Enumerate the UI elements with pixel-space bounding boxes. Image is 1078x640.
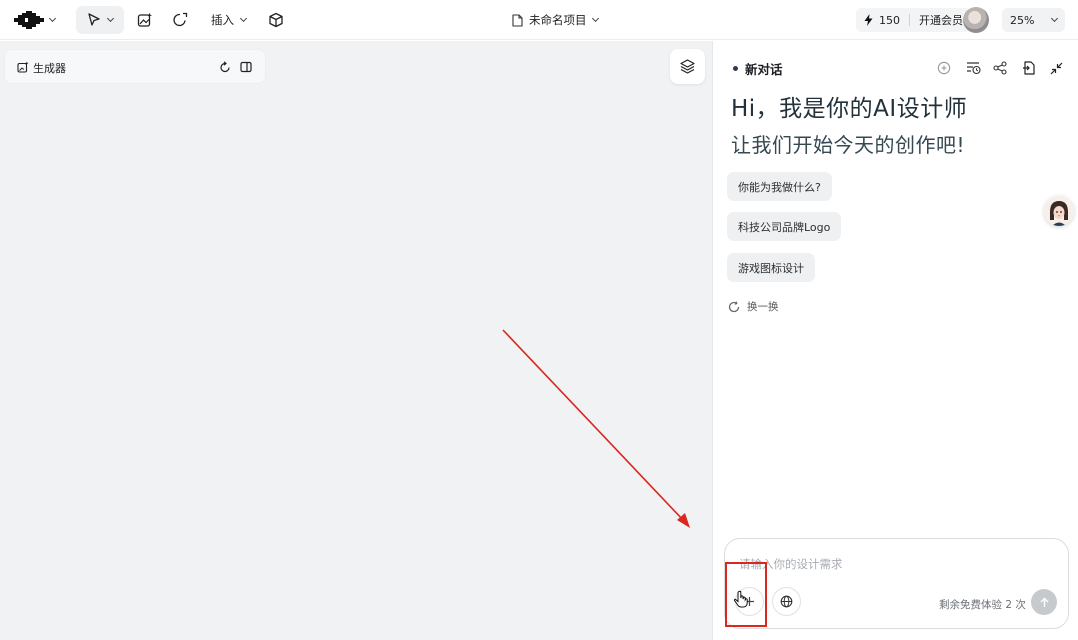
suggestion-chip[interactable]: 你能为我做什么? xyxy=(727,172,832,201)
reset-icon[interactable] xyxy=(219,61,231,73)
chevron-down-icon xyxy=(48,14,57,23)
history-button[interactable] xyxy=(963,58,983,78)
credits-membership[interactable]: 150 开通会员 xyxy=(856,8,971,32)
share-button[interactable] xyxy=(990,58,1010,78)
export-icon xyxy=(1022,61,1035,75)
ai-chat-panel: 新对话 Hi，我是你的AI设计师 让我们开始今天的创作吧! 你能为我做什么? 科… xyxy=(712,41,1078,640)
cube-icon xyxy=(269,12,283,28)
project-title-menu[interactable]: 未命名项目 xyxy=(512,12,599,28)
design-canvas[interactable]: 生成器 xyxy=(0,41,712,640)
collapse-button[interactable] xyxy=(1046,58,1066,78)
membership-link[interactable]: 开通会员 xyxy=(919,12,963,28)
assistant-avatar[interactable] xyxy=(1044,196,1074,226)
chevron-down-icon xyxy=(106,14,115,23)
insert-label: 插入 xyxy=(211,13,234,27)
share-icon xyxy=(993,61,1007,75)
document-icon xyxy=(512,13,523,27)
chat-title: 新对话 xyxy=(733,59,783,78)
add-chat-icon xyxy=(937,61,951,75)
chevron-down-icon xyxy=(1050,14,1059,23)
chat-heading: 新对话 xyxy=(745,62,783,77)
logo-menu[interactable] xyxy=(14,9,58,31)
zoom-level: 25% xyxy=(1010,13,1035,27)
suggestion-chip[interactable]: 科技公司品牌Logo xyxy=(727,212,842,241)
divider xyxy=(909,14,910,26)
suggestion-chip[interactable]: 游戏图标设计 xyxy=(727,253,815,282)
remaining-trials: 剩余免费体验 2 次 xyxy=(939,599,1026,611)
refresh-suggestions-button[interactable]: 换一换 xyxy=(728,299,779,314)
3d-button[interactable] xyxy=(266,10,286,30)
shape-button[interactable] xyxy=(170,10,190,30)
refresh-label: 换一换 xyxy=(747,301,779,313)
send-icon xyxy=(1040,597,1048,607)
export-button[interactable] xyxy=(1018,58,1038,78)
new-chat-button[interactable] xyxy=(934,58,954,78)
project-title: 未命名项目 xyxy=(529,13,587,27)
generator-icon xyxy=(17,61,29,73)
send-button[interactable] xyxy=(1031,589,1057,615)
assistant-avatar-icon xyxy=(1044,196,1074,226)
greeting-subtitle: 让我们开始今天的创作吧! xyxy=(731,133,966,157)
status-dot xyxy=(733,66,738,71)
generator-label: 生成器 xyxy=(33,62,66,75)
logo-icon xyxy=(14,11,44,29)
chevron-down-icon xyxy=(239,14,248,23)
select-tool-button[interactable] xyxy=(76,6,124,34)
chat-input-box[interactable]: 请输入你的设计需求 剩余免费体验 2 次 xyxy=(724,538,1069,629)
zoom-select[interactable]: 25% xyxy=(1002,8,1065,32)
insert-menu[interactable]: 插入 xyxy=(211,12,248,28)
image-edit-button[interactable] xyxy=(135,10,155,30)
history-icon xyxy=(966,62,981,75)
credit-count: 150 xyxy=(879,13,900,27)
top-toolbar: 插入 未命名项目 150 开通会员 25% xyxy=(0,0,1078,40)
hand-cursor-icon xyxy=(733,590,748,608)
refresh-icon xyxy=(728,300,740,312)
cursor-arrow-icon xyxy=(88,13,100,26)
globe-icon xyxy=(780,595,793,608)
lightning-icon xyxy=(864,14,873,26)
image-edit-icon xyxy=(137,12,152,27)
panel-icon[interactable] xyxy=(240,61,252,73)
greeting-title: Hi，我是你的AI设计师 xyxy=(731,96,968,122)
collapse-icon xyxy=(1050,62,1062,74)
layers-button[interactable] xyxy=(670,49,705,84)
web-search-button[interactable] xyxy=(772,587,801,616)
avatar[interactable] xyxy=(963,7,989,33)
generator-panel[interactable]: 生成器 xyxy=(4,49,266,84)
shape-icon xyxy=(173,12,188,27)
chevron-down-icon xyxy=(591,14,599,23)
layers-icon xyxy=(680,59,695,74)
